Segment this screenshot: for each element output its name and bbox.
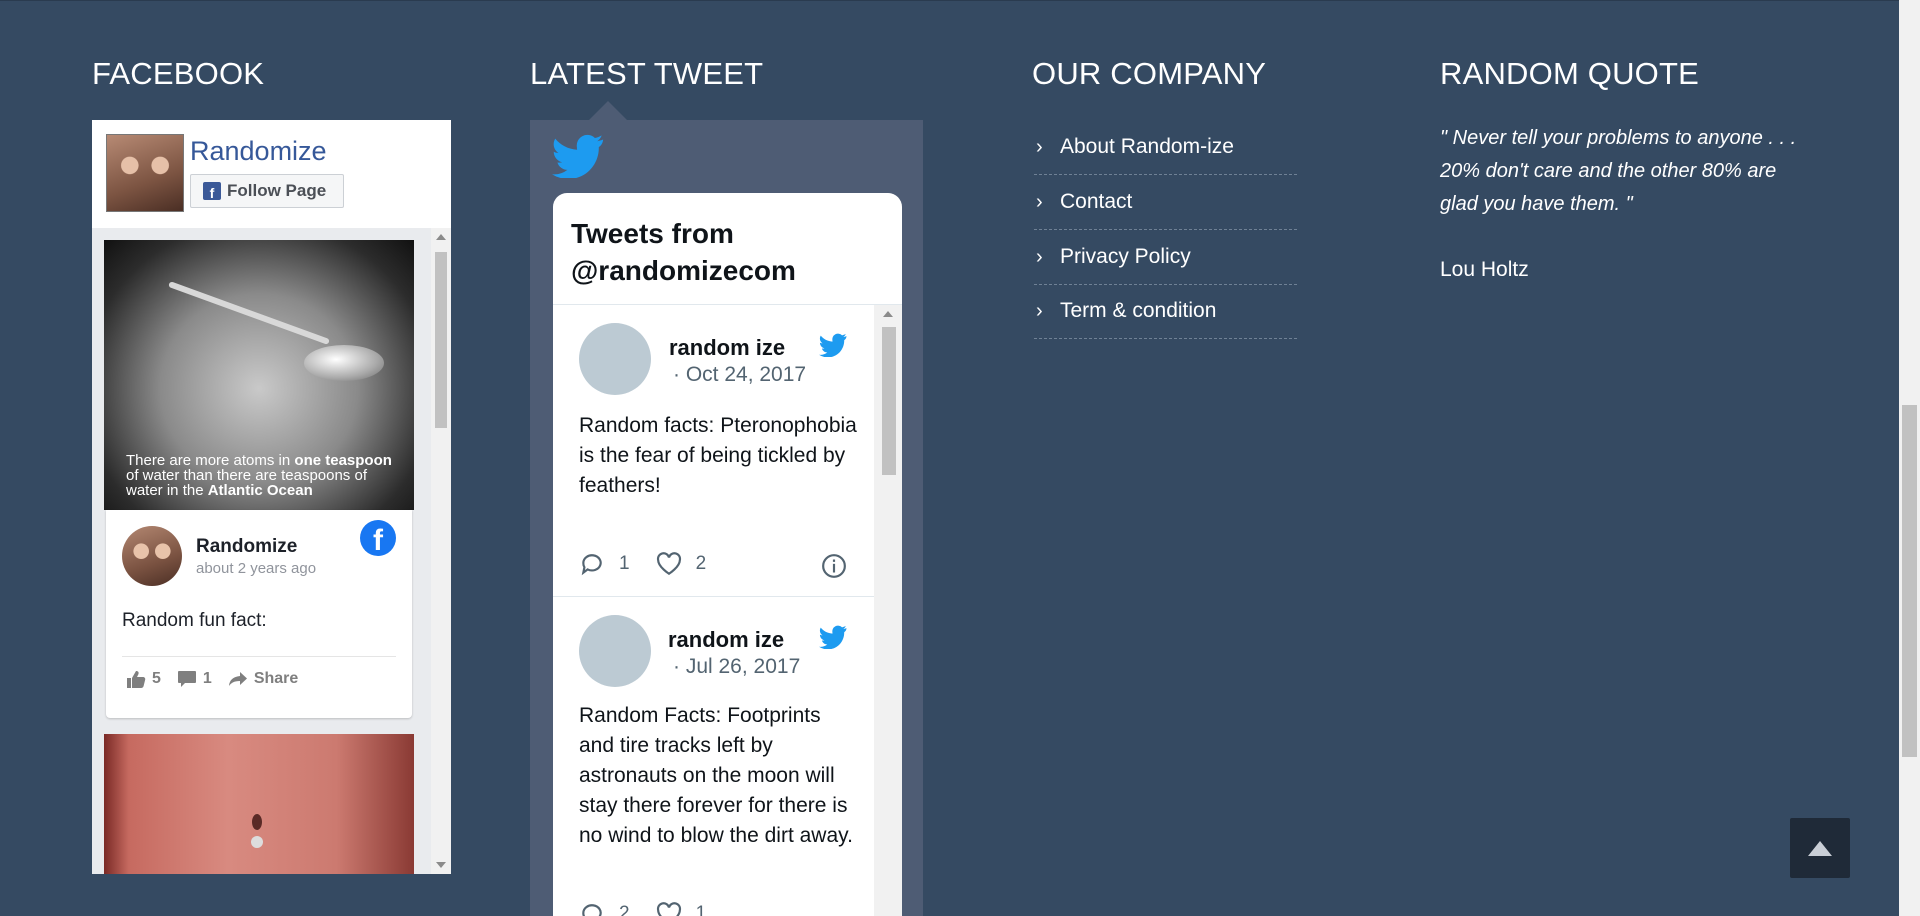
quote-text: " Never tell your problems to anyone . .… — [1440, 127, 1797, 215]
back-to-top-button[interactable] — [1790, 818, 1850, 878]
tweet-text: Random facts: Pteronophobia is the fear … — [579, 414, 857, 497]
twitter-bird-icon[interactable] — [819, 625, 847, 649]
like-icon[interactable] — [126, 670, 146, 688]
page-name-link[interactable]: Randomize — [190, 136, 327, 167]
tweet-stats: 1 2 — [579, 551, 706, 577]
page-scrollbar-thumb[interactable] — [1902, 405, 1917, 757]
post-time[interactable]: about 2 years ago — [196, 560, 316, 577]
reply-icon[interactable] — [579, 901, 605, 916]
facebook-logo-icon[interactable]: f — [360, 520, 396, 556]
scroll-up-arrow-icon[interactable] — [883, 311, 893, 317]
arrow-up-icon — [1808, 840, 1832, 856]
random-quote-heading: RANDOM QUOTE — [1440, 56, 1700, 91]
spoon-bowl — [304, 345, 384, 381]
facebook-page-widget: Randomize f Follow Page There are more a… — [92, 120, 451, 874]
post-text: Random fun fact: — [122, 610, 267, 631]
scroll-down-arrow-icon[interactable] — [436, 862, 446, 868]
scrollbar-thumb[interactable] — [882, 327, 896, 475]
tweet-stats: 2 1 — [579, 901, 706, 916]
post-divider — [122, 656, 396, 657]
facebook-feed[interactable]: There are more atoms in one teaspoon of … — [92, 228, 451, 874]
facebook-feed-scrollbar[interactable] — [431, 228, 451, 874]
chevron-right-icon: › — [1036, 245, 1043, 268]
timeline-title[interactable]: Tweets from @randomizecom — [571, 215, 902, 289]
link-label: Privacy Policy — [1060, 245, 1191, 268]
post-author-avatar[interactable] — [122, 526, 182, 586]
tweet-date[interactable]: · Jul 26, 2017 — [673, 655, 800, 679]
tweet-date[interactable]: · Oct 24, 2017 — [673, 363, 806, 387]
scrollbar-thumb[interactable] — [435, 252, 447, 428]
our-company-heading: OUR COMPANY — [1032, 56, 1267, 91]
chevron-right-icon: › — [1036, 135, 1043, 158]
page-scrollbar[interactable] — [1899, 0, 1920, 916]
heart-icon[interactable] — [656, 552, 682, 576]
link-privacy-policy[interactable]: › Privacy Policy — [1034, 230, 1297, 285]
heart-icon[interactable] — [656, 902, 682, 916]
twitter-box-pointer — [588, 101, 628, 121]
quote-author: Lou Holtz — [1440, 258, 1529, 281]
follow-page-button[interactable]: f Follow Page — [190, 174, 344, 208]
tweet-author-name[interactable]: random ize — [669, 335, 785, 361]
post-image-caption: There are more atoms in one teaspoon of … — [126, 452, 392, 499]
tweet-author-name[interactable]: random ize — [668, 627, 784, 653]
tweet-avatar[interactable] — [579, 615, 651, 687]
like-count: 1 — [695, 903, 707, 916]
link-about[interactable]: › About Random-ize — [1034, 120, 1297, 175]
scroll-up-arrow-icon[interactable] — [436, 234, 446, 240]
tweet-item[interactable]: random ize · Oct 24, 2017 Random facts: … — [553, 305, 874, 597]
reply-count: 2 — [619, 903, 630, 916]
facebook-widget-header: Randomize f Follow Page — [92, 120, 451, 228]
chevron-right-icon: › — [1036, 299, 1043, 322]
share-icon[interactable] — [228, 671, 248, 687]
twitter-bird-icon[interactable] — [819, 333, 847, 357]
post-author-name[interactable]: Randomize — [196, 536, 297, 558]
latest-tweet-heading: LATEST TWEET — [530, 56, 764, 91]
link-terms[interactable]: › Term & condition — [1034, 284, 1297, 339]
tweet-list[interactable]: random ize · Oct 24, 2017 Random facts: … — [553, 305, 874, 916]
facebook-post-card: Randomize about 2 years ago f Random fun… — [106, 510, 412, 718]
navel-shape — [252, 814, 262, 830]
comment-count: 1 — [202, 670, 212, 687]
facebook-heading: FACEBOOK — [92, 56, 265, 91]
info-icon[interactable] — [821, 553, 847, 579]
tweet-text: Random Facts: Footprints and tire tracks… — [579, 704, 853, 847]
link-contact[interactable]: › Contact — [1034, 175, 1297, 230]
link-label: Term & condition — [1060, 299, 1217, 322]
post-image-2[interactable] — [104, 734, 414, 874]
piercing-shape — [251, 836, 263, 848]
tweet-item[interactable]: random ize · Jul 26, 2017 Random Facts: … — [553, 597, 874, 916]
tweet-list-scrollbar[interactable] — [874, 305, 902, 916]
top-border — [0, 0, 1900, 1]
like-count: 5 — [152, 670, 161, 687]
page-avatar[interactable] — [106, 134, 184, 212]
facebook-f-icon: f — [203, 182, 221, 200]
share-label[interactable]: Share — [254, 670, 298, 688]
tweet-avatar[interactable] — [579, 323, 651, 395]
comment-icon[interactable] — [177, 670, 197, 688]
post-actions: 5 1 Share — [126, 670, 298, 688]
link-label: Contact — [1060, 190, 1133, 213]
link-label: About Random-ize — [1060, 135, 1234, 158]
reply-icon[interactable] — [579, 551, 605, 577]
follow-page-label: Follow Page — [227, 181, 327, 200]
spoon-handle — [168, 281, 330, 345]
like-count: 2 — [695, 553, 707, 574]
chevron-right-icon: › — [1036, 190, 1043, 213]
twitter-timeline: Tweets from @randomizecom random ize · O… — [553, 193, 902, 916]
twitter-bird-icon — [552, 134, 604, 178]
post-image[interactable]: There are more atoms in one teaspoon of … — [104, 240, 414, 510]
reply-count: 1 — [619, 553, 630, 574]
